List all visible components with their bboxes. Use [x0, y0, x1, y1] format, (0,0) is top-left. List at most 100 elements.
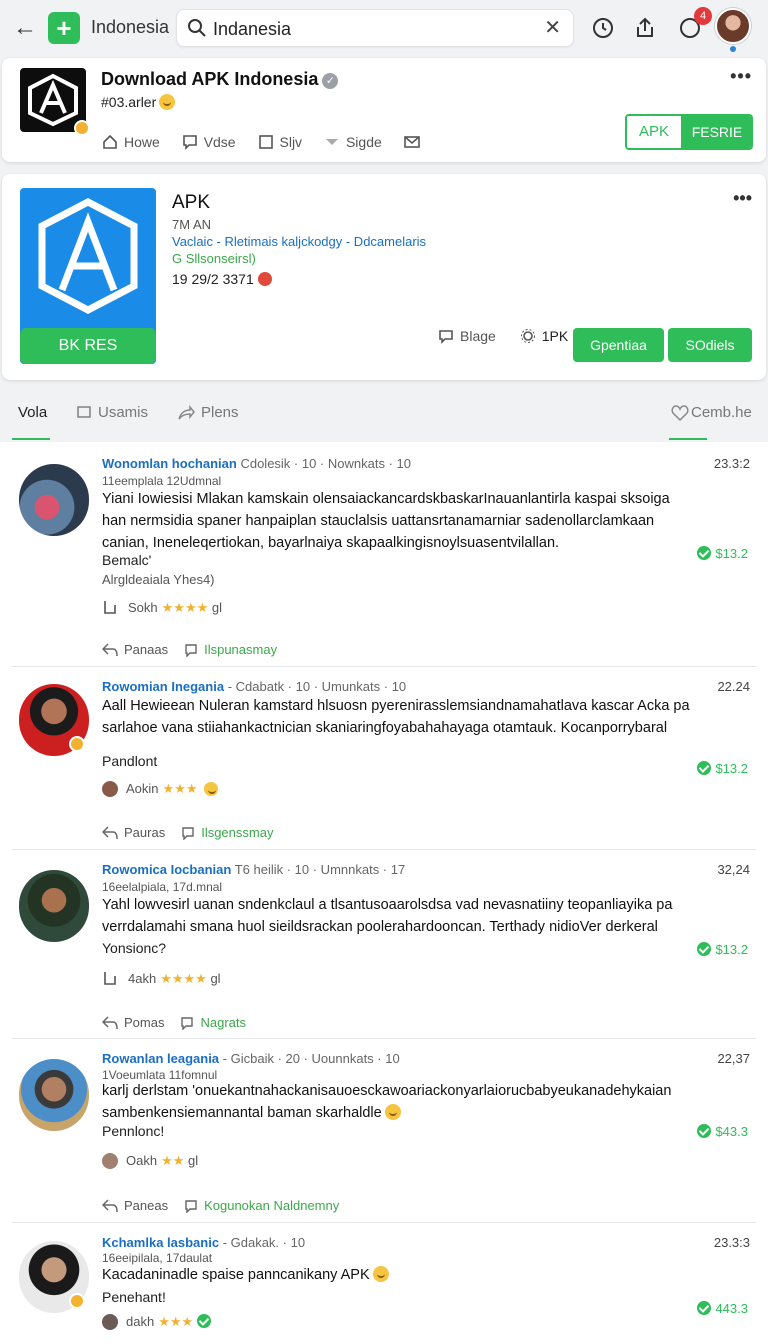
app-count: 19 29/2 3371: [172, 271, 272, 287]
review-meta: T6 heilik · 10 · Umnnkats · 17: [234, 862, 406, 877]
app-count-text: 19 29/2 3371: [172, 271, 254, 287]
review-rating: Oakh ★★ gl: [102, 1153, 198, 1169]
reply-button[interactable]: Paneas: [124, 1198, 168, 1213]
review-body: Yahl lowvesirl uanan sndenkclaul a tlsan…: [102, 897, 673, 935]
rating-tail: gl: [211, 600, 223, 615]
review-time: 32,24: [717, 862, 750, 877]
developer-subtitle-text: #03.arler: [101, 94, 157, 110]
review-footer-secondary: Alrgldeaiala Yhes4): [102, 572, 215, 587]
review-time: 22,37: [717, 1051, 750, 1066]
copy-icon: [104, 601, 116, 614]
link-home[interactable]: Howe: [102, 134, 160, 150]
search-box[interactable]: ✕: [176, 9, 574, 47]
link-slides[interactable]: Sljv: [258, 134, 303, 150]
review-body: karlj derlstam 'onuekantnahackanisauoesc…: [102, 1080, 692, 1124]
share-action[interactable]: Blage: [438, 328, 496, 344]
link-videos[interactable]: Vdse: [182, 134, 236, 150]
tab-favorites-label: Cemb.he: [691, 404, 752, 421]
reply-button[interactable]: Pomas: [124, 1015, 164, 1030]
tab-usamis[interactable]: Usamis: [76, 404, 148, 421]
response-link[interactable]: Ilsgenssmay: [201, 825, 273, 840]
tab-favorites[interactable]: Cemb.he: [671, 404, 752, 421]
response-link[interactable]: Kogunokan Naldnemny: [204, 1198, 339, 1213]
history-icon[interactable]: [591, 15, 615, 41]
apk-logo-icon: [28, 73, 78, 127]
home-icon: [103, 134, 117, 149]
review-body: Kacadaninadle spaise panncanikany APK: [102, 1264, 692, 1286]
follow-button[interactable]: FESRIE: [681, 116, 751, 148]
share-action-label: Blage: [460, 328, 496, 344]
tab-plens[interactable]: Plens: [177, 404, 239, 421]
app-logo-icon[interactable]: +: [48, 12, 80, 44]
review-actions: Pauras Ilsgenssmay: [102, 825, 273, 840]
app-categories[interactable]: Vaclaic - Rletimais kaljckodgy - Ddcamel…: [172, 234, 426, 249]
app-icon[interactable]: BK RES: [20, 188, 156, 364]
review-actions: Panaas Ilspunasmay: [102, 642, 277, 657]
review-rating: dakh ★★★: [102, 1314, 215, 1330]
review-date: 16eelalpiala, 17d.mnal: [102, 880, 223, 894]
reviewer-name[interactable]: Wonomlan hochanian: [102, 456, 237, 471]
response-link[interactable]: Ilspunasmay: [204, 642, 277, 657]
rating-tail: gl: [188, 1153, 199, 1168]
rating-label: Aokin: [126, 781, 159, 796]
share-icon[interactable]: [633, 15, 657, 41]
avatar[interactable]: [19, 870, 89, 942]
rating-label: 4akh: [128, 971, 157, 986]
tab-vola-label: Vola: [18, 404, 48, 421]
reviewer-name[interactable]: Rowanlan leagania: [102, 1051, 219, 1066]
user-icon: [102, 1153, 118, 1169]
check-circle-icon: [697, 942, 712, 956]
developer-title: Download APK Indonesia ✓: [101, 69, 339, 90]
review-score: 443.3: [697, 1301, 748, 1316]
avatar[interactable]: [19, 684, 89, 756]
search-input[interactable]: [213, 16, 533, 42]
right-tab-indicator: [669, 438, 707, 440]
details-button[interactable]: SOdiels: [668, 328, 752, 362]
comment-icon: [181, 1017, 194, 1030]
reply-button[interactable]: Panaas: [124, 642, 168, 657]
reviewer-name[interactable]: Rowomian Inegania: [102, 679, 224, 694]
developer-logo[interactable]: [20, 68, 90, 136]
link-guide[interactable]: Sigde: [324, 134, 382, 150]
review-body-text: Kacadaninadle spaise panncanikany APK: [102, 1267, 370, 1283]
review-score: $43.3: [697, 1124, 748, 1139]
developer-card: Download APK Indonesia ✓ #03.arler Howe V…: [2, 58, 766, 162]
user-avatar[interactable]: [715, 8, 751, 44]
star-rating: ★★★: [158, 1314, 194, 1329]
review-item: Kchamlka lasbanic - Gdakak. · 10 16eeipi…: [0, 1223, 768, 1344]
primary-action-button[interactable]: Gpentiaa: [573, 328, 664, 362]
review-header: Rowanlan leagania - Gicbaik · 20 · Uounn…: [102, 1051, 400, 1066]
apk-button[interactable]: APK: [627, 116, 681, 148]
tab-vola[interactable]: Vola: [18, 404, 47, 421]
reply-button[interactable]: Pauras: [124, 825, 165, 840]
more-options-icon[interactable]: •••: [730, 66, 752, 87]
avatar[interactable]: [19, 464, 89, 536]
avatar[interactable]: [19, 1241, 89, 1313]
avatar[interactable]: [19, 1059, 89, 1131]
user-icon: [102, 781, 118, 797]
comment-icon: [185, 644, 197, 657]
install-button[interactable]: BK RES: [20, 328, 156, 364]
review-header: Rowomian Inegania - Cdabatk · 10 · Umunk…: [102, 679, 406, 694]
link-mail[interactable]: [403, 134, 426, 150]
review-footer: Bemalc': [102, 552, 152, 568]
review-meta: Cdolesik · 10 · Nownkats · 10: [240, 456, 411, 471]
reviewer-name[interactable]: Rowomica Iocbanian: [102, 862, 231, 877]
review-footer: Penehant!: [102, 1289, 166, 1305]
app-card: BK RES APK 7M AN Vaclaic - Rletimais kal…: [2, 174, 766, 380]
more-options-icon[interactable]: •••: [733, 188, 752, 209]
reviewer-name[interactable]: Kchamlka lasbanic: [102, 1235, 219, 1250]
link-slides-label: Sljv: [279, 134, 303, 150]
clear-icon[interactable]: ✕: [544, 17, 561, 39]
app-meta: 7M AN: [172, 217, 212, 232]
review-score: $13.2: [697, 546, 748, 561]
review-rating: Aokin ★★★: [102, 781, 219, 797]
response-link[interactable]: Nagrats: [200, 1015, 246, 1030]
back-arrow-icon[interactable]: ←: [12, 14, 38, 42]
count-action[interactable]: 1PK: [520, 328, 568, 344]
heart-outline-icon: [671, 405, 689, 421]
verified-badge-icon: [69, 736, 85, 752]
notification-badge: 4: [694, 7, 712, 25]
review-item: Rowomica Iocbanian T6 heilik · 10 · Umnn…: [0, 850, 768, 1039]
comment-icon: [185, 1200, 197, 1213]
